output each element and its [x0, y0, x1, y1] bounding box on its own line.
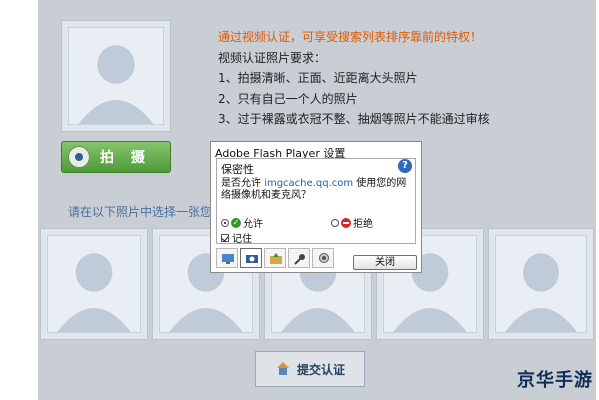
- tab-camera[interactable]: [312, 248, 334, 268]
- webcam-icon: [68, 146, 90, 168]
- photo-thumbnail[interactable]: [40, 228, 148, 340]
- site-watermark: 京华手游: [517, 370, 593, 391]
- camera-icon: [319, 253, 329, 263]
- tab-display[interactable]: [216, 248, 238, 268]
- capture-button[interactable]: 拍 摄: [61, 141, 171, 173]
- requirement-1: 1、拍摄清晰、正面、近距离大头照片: [218, 71, 418, 85]
- requesting-domain: imgcache.qq.com: [264, 178, 354, 189]
- avatar-placeholder-icon: [505, 253, 577, 332]
- help-icon[interactable]: ?: [398, 159, 412, 173]
- microphone-icon: [294, 254, 305, 265]
- submit-verification-button[interactable]: 提交认证: [255, 351, 365, 387]
- allow-check-icon: ✓: [231, 217, 241, 228]
- deny-option[interactable]: 拒绝: [331, 215, 373, 230]
- headline-text: 通过视频认证，可享受搜索列表排序靠前的特权！: [218, 30, 483, 44]
- home-icon: [275, 362, 291, 376]
- remember-option[interactable]: 记住: [221, 230, 252, 245]
- requirement-3: 3、过于裸露或衣冠不整、抽烟等照片不能通过审核: [218, 112, 490, 126]
- requirement-2: 2、只有自己一个人的照片: [218, 92, 358, 106]
- left-margin: [0, 0, 38, 400]
- tab-privacy[interactable]: [240, 248, 262, 268]
- deny-icon: [341, 217, 351, 228]
- tab-storage[interactable]: [264, 248, 286, 268]
- avatar-placeholder-icon: [78, 45, 154, 124]
- allow-label: 允许: [243, 219, 263, 230]
- storage-icon: [270, 253, 282, 264]
- deny-label: 拒绝: [353, 219, 373, 230]
- tab-microphone[interactable]: [288, 248, 310, 268]
- deny-radio[interactable]: [331, 218, 339, 227]
- allow-option[interactable]: ✓ 允许: [221, 215, 263, 230]
- privacy-heading: 保密性: [221, 163, 254, 176]
- close-button[interactable]: 关闭: [353, 255, 417, 270]
- remember-checkbox[interactable]: [221, 233, 229, 242]
- photo-thumbnail[interactable]: [488, 228, 594, 340]
- submit-button-label: 提交认证: [296, 362, 345, 377]
- flash-privacy-panel: 保密性 ? 是否允许 imgcache.qq.com 使用您的网络摄像机和麦克风…: [216, 158, 416, 245]
- remember-label: 记住: [232, 234, 252, 245]
- flash-settings-dialog: Adobe Flash Player 设置 保密性 ? 是否允许 imgcach…: [210, 141, 422, 273]
- capture-button-label: 拍 摄: [100, 150, 151, 166]
- privacy-icon: [246, 255, 258, 263]
- avatar-placeholder-icon: [57, 253, 131, 332]
- allow-radio[interactable]: [221, 218, 229, 227]
- requirements-title: 视频认证照片要求：: [218, 51, 327, 65]
- message-prefix: 是否允许: [221, 178, 265, 189]
- display-icon: [222, 254, 234, 264]
- privacy-message: 是否允许 imgcache.qq.com 使用您的网络摄像机和麦克风？: [221, 178, 407, 202]
- main-photo-frame: [61, 20, 171, 132]
- choose-photo-instruction: 请在以下照片中选择一张您: [68, 205, 213, 219]
